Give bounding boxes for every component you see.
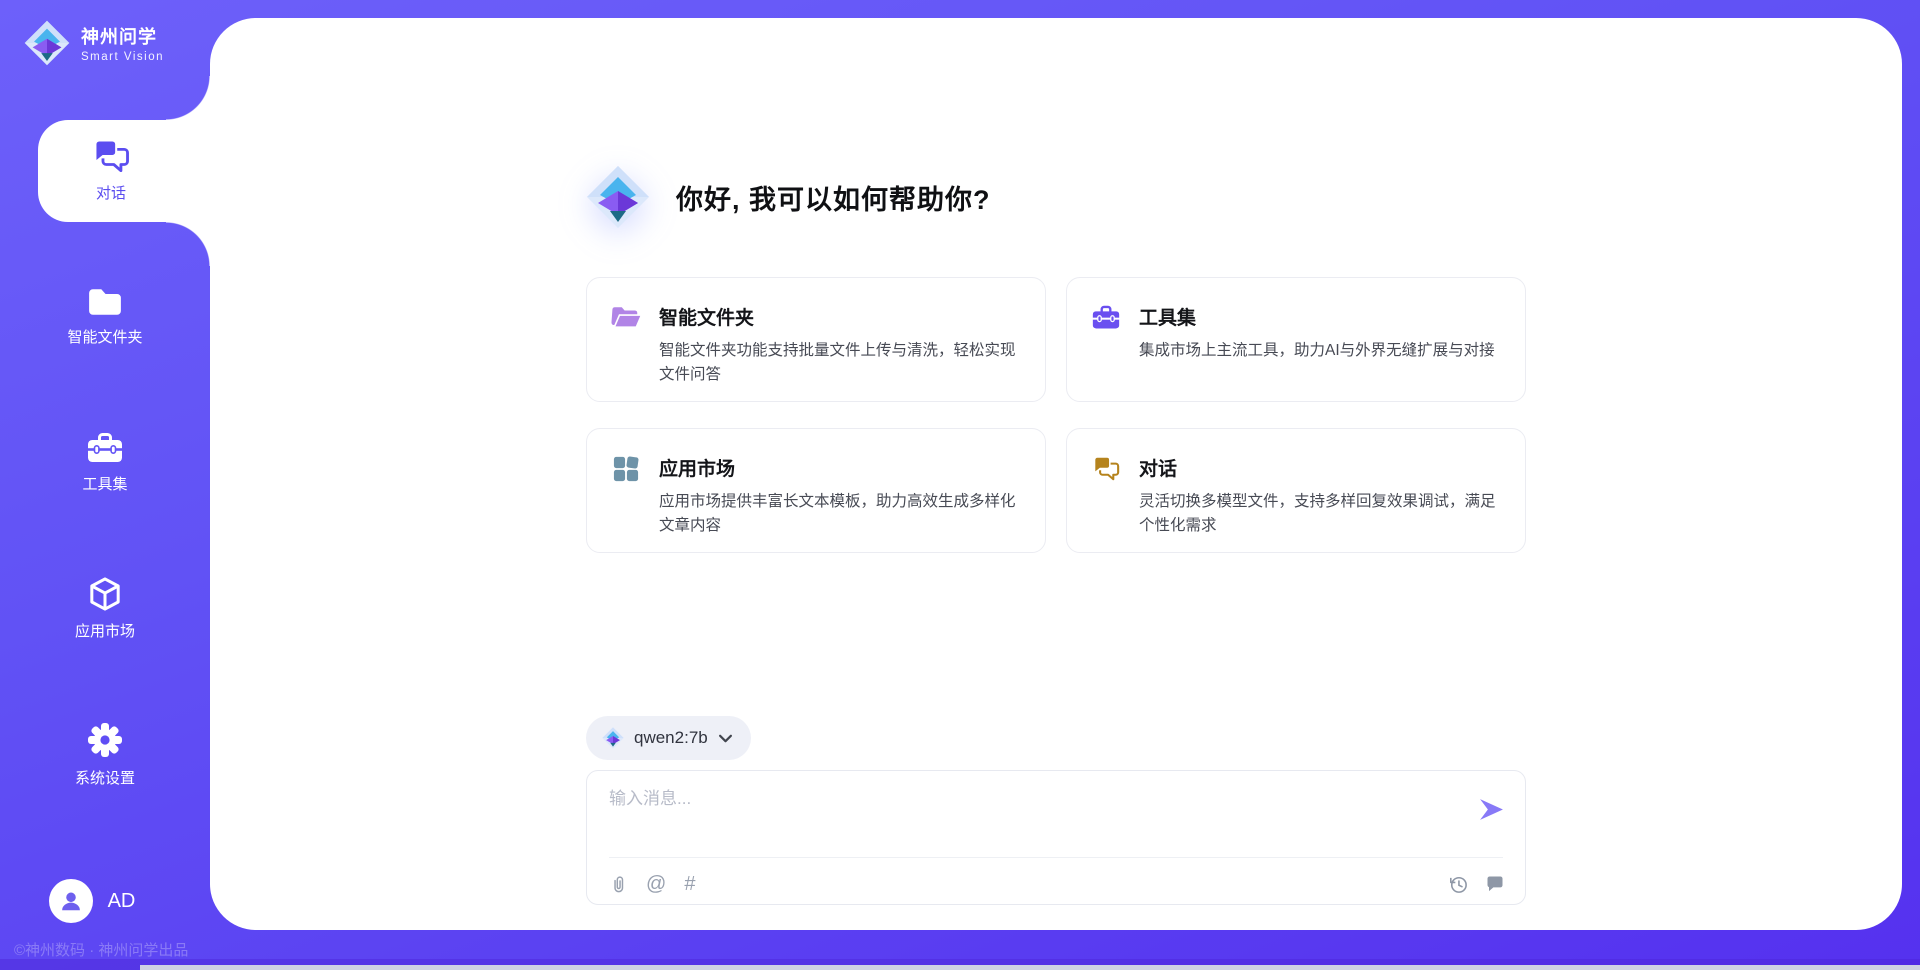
cube-icon [89, 577, 121, 611]
model-diamond-logo-icon [602, 727, 624, 749]
toolbox-icon [1091, 305, 1121, 330]
at-icon: @ [646, 873, 666, 896]
card-description: 灵活切换多模型文件，支持多样回复效果调试，满足个性化需求 [1139, 490, 1509, 538]
user-icon [58, 888, 84, 914]
sidebar-item-app-market[interactable]: 应用市场 [0, 558, 210, 660]
composer-divider [609, 857, 1503, 858]
card-title: 智能文件夹 [659, 303, 1029, 330]
mention-button[interactable]: @ [646, 873, 666, 896]
sidebar-nav: 对话 智能文件夹 工具集 应用市场 系统设置 [0, 120, 210, 850]
card-toolset[interactable]: 工具集 集成市场上主流工具，助力AI与外界无缝扩展与对接 [1066, 277, 1526, 402]
sidebar-item-toolset[interactable]: 工具集 [0, 412, 210, 514]
chevron-down-icon [718, 734, 733, 743]
sidebar-item-label: 工具集 [82, 473, 127, 494]
toolbox-icon [87, 432, 123, 464]
topic-button[interactable]: # [684, 873, 695, 896]
card-chat[interactable]: 对话 灵活切换多模型文件，支持多样回复效果调试，满足个性化需求 [1066, 428, 1526, 553]
main-panel: 你好, 我可以如何帮助你? 智能文件夹 智能文件夹功能支持批量文件上传与清洗，轻… [210, 18, 1902, 930]
sidebar-item-label: 智能文件夹 [67, 326, 142, 347]
brand-subtitle: Smart Vision [81, 51, 164, 63]
gear-icon [87, 722, 123, 758]
composer-toolbar: @ # [609, 869, 1505, 899]
feature-cards: 智能文件夹 智能文件夹功能支持批量文件上传与清洗，轻松实现文件问答 工具集 集成… [586, 277, 1526, 553]
card-title: 对话 [1139, 454, 1509, 481]
card-title: 工具集 [1139, 303, 1495, 330]
folder-icon [87, 287, 123, 317]
history-icon [1448, 874, 1469, 895]
avatar [49, 879, 93, 923]
attach-file-button[interactable] [609, 874, 628, 895]
chat-bubble-icon [1485, 874, 1505, 894]
sidebar-item-label: 应用市场 [75, 620, 135, 641]
card-title: 应用市场 [659, 454, 1029, 481]
brand-logo-row: 神州问学 Smart Vision [0, 0, 210, 66]
horizontal-scrollbar[interactable] [140, 965, 1920, 970]
card-description: 集成市场上主流工具，助力AI与外界无缝扩展与对接 [1139, 339, 1495, 363]
model-selector[interactable]: qwen2:7b [586, 716, 751, 760]
sidebar-item-settings[interactable]: 系统设置 [0, 704, 210, 806]
sidebar-item-label: 系统设置 [75, 767, 135, 788]
grid-icon [611, 456, 641, 482]
sidebar: 神州问学 Smart Vision 对话 智能文件夹 工具集 应用市场 系统设置 [0, 0, 210, 970]
assistant-diamond-logo-icon [586, 165, 650, 229]
chat-icon [1091, 456, 1121, 481]
greeting-title: 你好, 我可以如何帮助你? [676, 178, 991, 217]
sidebar-item-smart-folder[interactable]: 智能文件夹 [0, 266, 210, 368]
chat-icon [92, 139, 130, 173]
hash-icon: # [684, 873, 695, 896]
paperclip-icon [609, 874, 628, 895]
user-name: AD [108, 890, 136, 913]
card-description: 应用市场提供丰富长文本模板，助力高效生成多样化文章内容 [659, 490, 1029, 538]
send-button[interactable] [1477, 797, 1505, 823]
message-composer: @ # [586, 770, 1526, 905]
message-input[interactable] [609, 789, 1429, 809]
model-name: qwen2:7b [634, 728, 708, 748]
card-app-market[interactable]: 应用市场 应用市场提供丰富长文本模板，助力高效生成多样化文章内容 [586, 428, 1046, 553]
sidebar-item-chat[interactable]: 对话 [38, 120, 210, 222]
greeting-row: 你好, 我可以如何帮助你? [586, 165, 991, 229]
send-icon [1478, 797, 1505, 822]
user-account[interactable]: AD [0, 879, 210, 923]
conversation-button[interactable] [1485, 874, 1505, 894]
folder-open-icon [611, 305, 641, 330]
brand-diamond-logo-icon [24, 20, 70, 66]
history-button[interactable] [1448, 874, 1469, 895]
brand-name: 神州问学 [81, 23, 164, 49]
sidebar-item-label: 对话 [96, 182, 126, 203]
card-smart-folder[interactable]: 智能文件夹 智能文件夹功能支持批量文件上传与清洗，轻松实现文件问答 [586, 277, 1046, 402]
card-description: 智能文件夹功能支持批量文件上传与清洗，轻松实现文件问答 [659, 339, 1029, 387]
